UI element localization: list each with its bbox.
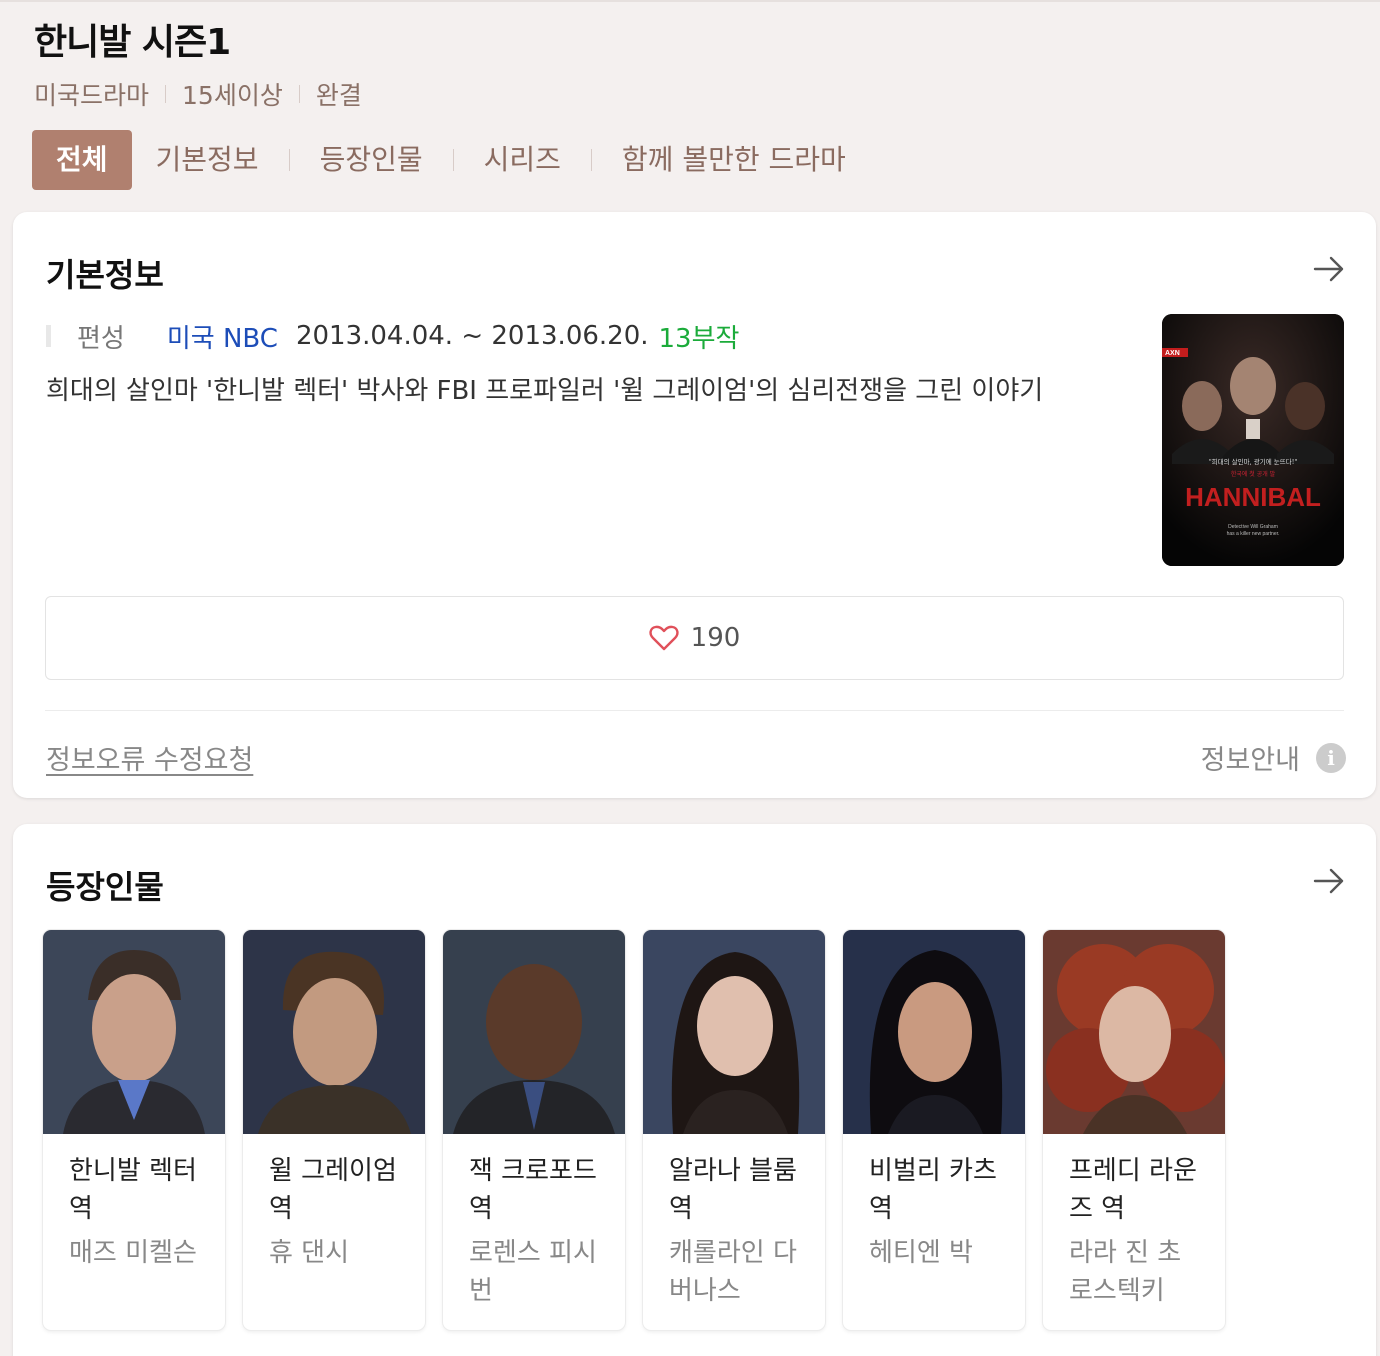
label-marker [46, 325, 51, 347]
meta-divider [298, 85, 300, 103]
tab-related-dramas[interactable]: 함께 볼만한 드라마 [598, 130, 870, 190]
tab-divider [452, 149, 454, 171]
poster-art: AXN "희대의 살인마, 광기에 눈뜨다!" 한국에 첫 공개 발 HANNI… [1162, 314, 1344, 566]
character-role: 비벌리 카츠 역 [869, 1156, 997, 1224]
poster-image[interactable]: AXN "희대의 살인마, 광기에 눈뜨다!" 한국에 첫 공개 발 HANNI… [1162, 314, 1344, 566]
meta-status: 완결 [315, 81, 362, 110]
cast-member-card[interactable]: 프레디 라운즈 역 라라 진 초로스텍키 [1043, 930, 1225, 1330]
poster-small2: has a killer new partner. [1227, 531, 1280, 537]
actor-photo [1043, 930, 1225, 1134]
tab-all[interactable]: 전체 [32, 130, 132, 190]
page-header: 한니발 시즌1 미국드라마 15세이상 완결 전체 기본정보 등장인물 시리즈 … [0, 2, 1380, 190]
poster-tagline2: 한국에 첫 공개 발 [1231, 470, 1276, 478]
character-role: 프레디 라운즈 역 [1069, 1156, 1197, 1224]
report-error-link[interactable]: 정보오류 수정요청 [46, 738, 253, 777]
character-role: 알라나 블룸 역 [669, 1156, 797, 1224]
meta-genre: 미국드라마 [34, 81, 150, 110]
cast-heading: 등장인물 [46, 868, 164, 906]
broadcast-info: 편성 미국 NBC 2013.04.04. ~ 2013.06.20. 13부작 [46, 316, 739, 356]
actor-name: 헤티엔 박 [869, 1238, 973, 1268]
basic-info-card: 기본정보 편성 미국 NBC 2013.04.04. ~ 2013.06.20.… [13, 212, 1376, 798]
divider [45, 710, 1344, 711]
page-title: 한니발 시즌1 [34, 22, 231, 63]
arrow-right-icon[interactable] [1312, 254, 1346, 284]
tab-series[interactable]: 시리즈 [460, 130, 585, 190]
arrow-right-icon[interactable] [1312, 866, 1346, 896]
channel-logo: AXN [1165, 350, 1180, 357]
tab-bar: 전체 기본정보 등장인물 시리즈 함께 볼만한 드라마 [32, 130, 1380, 190]
cast-card-section: 등장인물 한니발 렉터 역 매즈 미켈슨 윌 그레이엄 역 휴 댄시 잭 크로포… [13, 824, 1376, 1356]
poster-tagline: "희대의 살인마, 광기에 눈뜨다!" [1209, 457, 1298, 466]
info-guide-label: 정보안내 [1200, 745, 1300, 776]
like-count: 190 [690, 623, 741, 653]
poster-small1: Detective Will Graham [1228, 524, 1278, 530]
cast-member-card[interactable]: 알라나 블룸 역 캐롤라인 다버나스 [643, 930, 825, 1330]
drama-meta: 미국드라마 15세이상 완결 [34, 76, 1380, 112]
info-icon: i [1316, 742, 1346, 773]
actor-photo [43, 930, 225, 1134]
cast-member-card[interactable]: 윌 그레이엄 역 휴 댄시 [243, 930, 425, 1330]
cast-member-card[interactable]: 잭 크로포드 역 로렌스 피시번 [443, 930, 625, 1330]
poster-title: HANNIBAL [1185, 482, 1321, 512]
actor-photo [243, 930, 425, 1134]
actor-photo [643, 930, 825, 1134]
like-button[interactable]: 190 [45, 596, 1344, 680]
meta-rating: 15세이상 [182, 81, 283, 110]
episode-count: 13부작 [658, 323, 740, 354]
actor-name: 휴 댄시 [269, 1238, 350, 1268]
cast-list: 한니발 렉터 역 매즈 미켈슨 윌 그레이엄 역 휴 댄시 잭 크로포드 역 로… [43, 930, 1243, 1330]
tab-basic-info[interactable]: 기본정보 [132, 130, 283, 190]
network-link[interactable]: 미국 NBC [167, 318, 278, 355]
character-role: 잭 크로포드 역 [469, 1156, 597, 1224]
actor-photo [443, 930, 625, 1134]
actor-name: 로렌스 피시번 [469, 1238, 597, 1306]
meta-divider [165, 85, 167, 103]
character-role: 한니발 렉터 역 [69, 1156, 197, 1224]
actor-photo [843, 930, 1025, 1134]
actor-name: 라라 진 초로스텍키 [1069, 1238, 1182, 1306]
air-dates: 2013.04.04. ~ 2013.06.20. [295, 321, 649, 351]
broadcast-label: 편성 [77, 323, 125, 354]
character-role: 윌 그레이엄 역 [269, 1156, 397, 1224]
info-guide-button[interactable]: 정보안내 i [1201, 738, 1346, 777]
cast-member-card[interactable]: 비벌리 카츠 역 헤티엔 박 [843, 930, 1025, 1330]
tab-cast[interactable]: 등장인물 [296, 130, 447, 190]
synopsis: 희대의 살인마 '한니발 렉터' 박사와 FBI 프로파일러 '윌 그레이엄'의… [46, 376, 1044, 406]
tab-divider [288, 149, 290, 171]
basic-info-heading: 기본정보 [46, 256, 164, 294]
actor-name: 매즈 미켈슨 [69, 1238, 197, 1268]
heart-icon [649, 625, 679, 651]
cast-member-card[interactable]: 한니발 렉터 역 매즈 미켈슨 [43, 930, 225, 1330]
actor-name: 캐롤라인 다버나스 [669, 1238, 797, 1306]
tab-divider [590, 149, 592, 171]
